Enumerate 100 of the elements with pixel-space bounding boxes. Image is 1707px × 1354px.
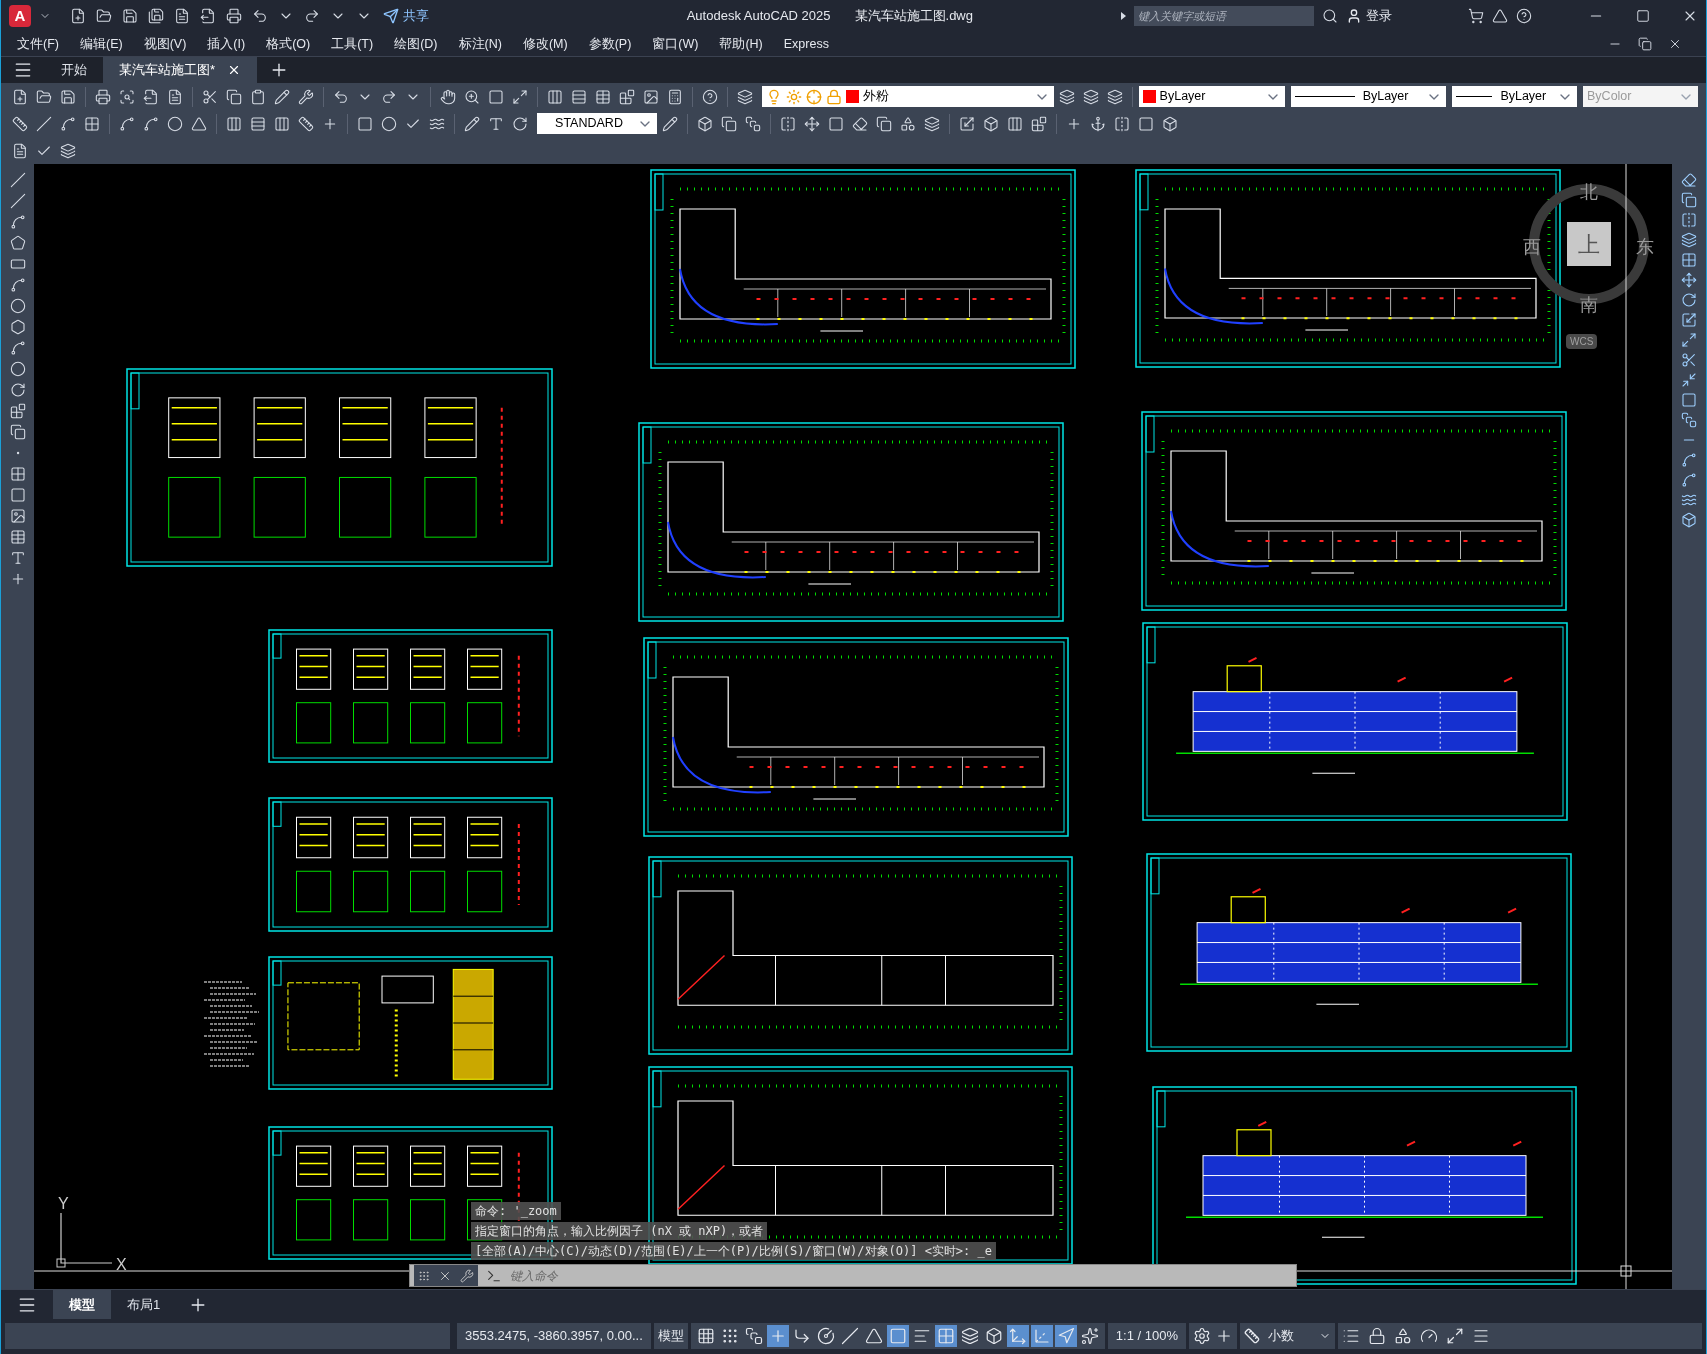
squares-icon[interactable]: [745, 115, 761, 132]
layers-icon[interactable]: [1082, 88, 1099, 105]
rotate-icon[interactable]: [9, 382, 26, 398]
file-tab[interactable]: 开始: [45, 57, 103, 83]
viewcube-face[interactable]: 上: [1567, 222, 1611, 266]
triangle-icon[interactable]: [1492, 8, 1508, 24]
spline-icon[interactable]: [9, 340, 26, 356]
square-icon[interactable]: [828, 115, 844, 132]
arc-icon[interactable]: [119, 115, 135, 132]
square-icon[interactable]: [487, 88, 504, 105]
rectangle-icon[interactable]: [9, 256, 26, 272]
cart-icon[interactable]: [1468, 8, 1484, 24]
close-icon[interactable]: [1668, 37, 1682, 51]
squares-icon[interactable]: [1681, 412, 1697, 428]
image-icon[interactable]: [642, 88, 659, 105]
color-dropdown[interactable]: ByLayer: [1138, 86, 1285, 107]
document-icon[interactable]: [174, 8, 190, 24]
scale-icon[interactable]: [1681, 312, 1697, 328]
app-logo[interactable]: A: [9, 5, 31, 27]
arrow-icon[interactable]: [1056, 1327, 1075, 1345]
linetype-dropdown[interactable]: ByLayer: [1290, 86, 1447, 107]
pencil-icon[interactable]: [464, 115, 480, 132]
columns-icon[interactable]: [226, 115, 242, 132]
help-icon[interactable]: [1516, 8, 1532, 24]
corner-icon[interactable]: [792, 1327, 811, 1345]
menu-item[interactable]: 视图(V): [143, 34, 187, 54]
ellipse-icon[interactable]: [9, 361, 26, 377]
blocks-icon[interactable]: [1031, 115, 1047, 132]
curve-icon[interactable]: [60, 115, 76, 132]
menu-item[interactable]: 插入(I): [207, 34, 246, 54]
menu-item[interactable]: 编辑(E): [79, 34, 123, 54]
move-icon[interactable]: [1681, 272, 1697, 288]
copy-icon[interactable]: [721, 115, 737, 132]
layers-icon[interactable]: [60, 142, 76, 159]
rotate-icon[interactable]: [1681, 292, 1697, 308]
gauge-icon[interactable]: [816, 1327, 835, 1345]
hexagon-icon[interactable]: [9, 319, 26, 335]
hatch-icon[interactable]: [9, 466, 26, 482]
caret-icon[interactable]: [1121, 12, 1126, 20]
axes-icon[interactable]: [1008, 1327, 1027, 1345]
circle-icon[interactable]: [167, 115, 183, 132]
menu-item[interactable]: 标注(N): [458, 34, 502, 54]
menu-item[interactable]: 格式(O): [266, 34, 311, 54]
flip-icon[interactable]: [1681, 212, 1697, 228]
dots-icon[interactable]: [720, 1327, 739, 1345]
zoom-icon[interactable]: [463, 88, 480, 105]
redo-icon[interactable]: [380, 88, 397, 105]
layers-icon[interactable]: [924, 115, 940, 132]
command-input[interactable]: 键入命令: [510, 1266, 1292, 1285]
grid-icon[interactable]: [84, 115, 100, 132]
circle-icon[interactable]: [381, 115, 397, 132]
layers-icon[interactable]: [1681, 232, 1697, 248]
columns-icon[interactable]: [1007, 115, 1023, 132]
line-icon[interactable]: [9, 193, 26, 209]
preview-icon[interactable]: [118, 88, 135, 105]
layers-icon[interactable]: [1058, 88, 1075, 105]
menu-item[interactable]: 帮助(H): [719, 34, 763, 54]
printer-icon[interactable]: [94, 88, 111, 105]
compass-label[interactable]: 西: [1523, 234, 1541, 261]
help-icon[interactable]: [701, 88, 718, 105]
menu-item[interactable]: Express: [783, 34, 829, 54]
menu-item[interactable]: 修改(M): [522, 34, 568, 54]
compass-label[interactable]: 东: [1636, 234, 1654, 261]
flip-icon[interactable]: [1114, 115, 1130, 132]
annotation-scale-button[interactable]: 1:1 / 100%: [1107, 1323, 1186, 1349]
lock-icon[interactable]: [1368, 1327, 1386, 1345]
slash-icon[interactable]: [840, 1327, 859, 1345]
menu-item[interactable]: 参数(P): [588, 34, 632, 54]
layers-icon[interactable]: [960, 1327, 979, 1345]
scissors-icon[interactable]: [201, 88, 218, 105]
ruler-icon[interactable]: [12, 115, 28, 132]
file-plus-icon[interactable]: [70, 8, 86, 24]
square-icon[interactable]: [9, 487, 26, 503]
image-icon[interactable]: [9, 508, 26, 524]
stretch-icon[interactable]: [1681, 332, 1697, 348]
gear-icon[interactable]: [1193, 1327, 1211, 1345]
calculator-icon[interactable]: [666, 88, 683, 105]
shapes-icon[interactable]: [900, 115, 916, 132]
document-icon[interactable]: [12, 142, 28, 159]
sign-in-button[interactable]: 登录: [1346, 6, 1392, 26]
layout-tab[interactable]: 布局1: [111, 1290, 177, 1319]
menu-icon[interactable]: [1472, 1327, 1490, 1345]
search-icon[interactable]: [1322, 8, 1338, 24]
hand-icon[interactable]: [439, 88, 456, 105]
chamfer-icon[interactable]: [1681, 472, 1697, 488]
grid-icon[interactable]: [1681, 252, 1697, 268]
fullscreen-icon[interactable]: [1446, 1327, 1464, 1345]
text-icon[interactable]: [488, 115, 504, 132]
cube-icon[interactable]: [983, 115, 999, 132]
rows-icon[interactable]: [250, 115, 266, 132]
printer-icon[interactable]: [226, 8, 242, 24]
search-field[interactable]: 键入关键字或短语: [1134, 6, 1314, 26]
layers-icon[interactable]: [1106, 88, 1123, 105]
arc-icon[interactable]: [143, 115, 159, 132]
grid-icon[interactable]: [696, 1327, 715, 1345]
shapes-icon[interactable]: [1394, 1327, 1412, 1345]
save-all-icon[interactable]: [148, 8, 164, 24]
layout-tab[interactable]: 模型: [53, 1290, 111, 1319]
table-icon[interactable]: [9, 529, 26, 545]
lineweight-dropdown[interactable]: ByLayer: [1452, 86, 1578, 107]
